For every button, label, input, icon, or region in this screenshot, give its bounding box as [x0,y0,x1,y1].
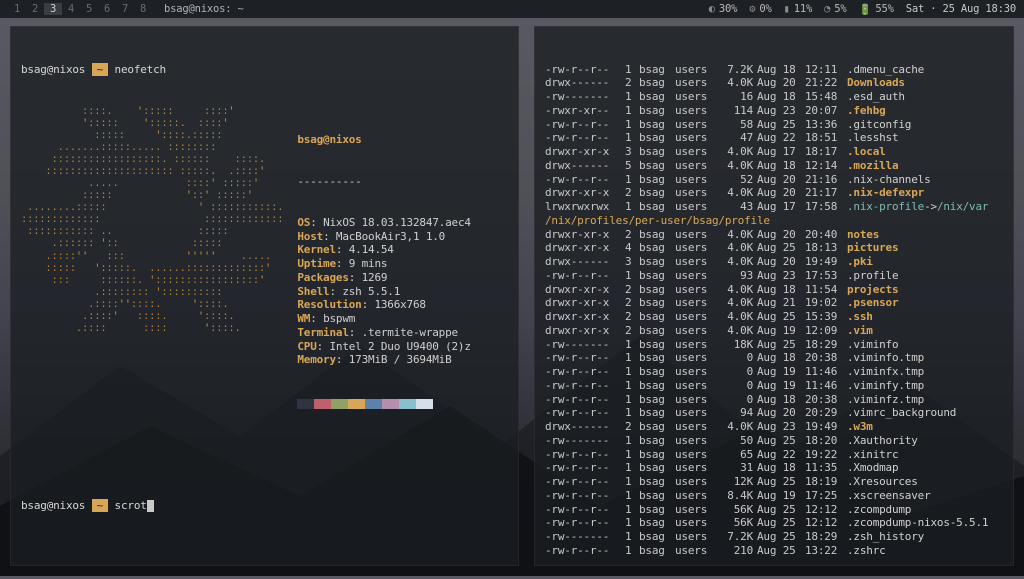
status-stat: ◔5% [824,3,846,15]
ls-row: drwxr-xr-x3bsagusers4.0KAug 1718:17.loca… [545,145,1003,159]
neofetch-row: Kernel: 4.14.54 [297,243,470,257]
ls-row: -rw-r--r--1bsagusers0Aug 1911:46.viminfx… [545,365,1003,379]
stat-icon: 🔋 [859,3,872,16]
terminal-left[interactable]: bsag@nixos ~ neofetch ::::. '::::: ::::'… [10,26,519,566]
ls-row: -rw-r--r--1bsagusers52Aug 2021:16.nix-ch… [545,173,1003,187]
prompt-line-1: bsag@nixos ~ neofetch [21,63,508,77]
ls-row: drwxr-xr-x2bsagusers4.0KAug 2021:17.nix-… [545,186,1003,200]
workspace-4[interactable]: 4 [62,3,80,15]
workspace-list: 12345678 [8,3,152,15]
neofetch-row: WM: bspwm [297,312,470,326]
ls-row: drwxr-xr-x2bsagusers4.0KAug 1912:09.vim [545,324,1003,338]
ls-row: -rw-r--r--1bsagusers0Aug 1820:38.viminfo… [545,351,1003,365]
ls-row: -rw-r--r--1bsagusers56KAug 2512:12.zcomp… [545,516,1003,530]
neofetch-row: Terminal: .termite-wrappe [297,326,470,340]
ls-row: drwx------5bsagusers4.0KAug 1812:14.mozi… [545,159,1003,173]
ls-row: drwx------3bsagusers4.0KAug 2019:49.pki [545,255,1003,269]
ls-row: -rw-r--r--1bsagusers7.2KAug 1812:11.dmen… [545,63,1003,77]
ls-row: -rw-r--r--1bsagusers210Aug 2513:22.zshrc [545,544,1003,558]
ls-row: -rw-r--r--1bsagusers0Aug 1820:38.viminfz… [545,393,1003,407]
ls-row: drwx------2bsagusers4.0KAug 2021:22Downl… [545,76,1003,90]
ls-row: lrwxrwxrwx1bsagusers43Aug 1717:58.nix-pr… [545,200,1003,214]
neofetch-row: Memory: 173MiB / 3694MiB [297,353,470,367]
clock: Sat · 25 Aug 18:30 [906,3,1016,15]
ls-row: -rw-r--r--1bsagusers65Aug 2219:22.xinitr… [545,448,1003,462]
ls-row: -rw-r--r--1bsagusers58Aug 2513:36.gitcon… [545,118,1003,132]
workspace-7[interactable]: 7 [116,3,134,15]
window-title: bsag@nixos: ~ [164,3,244,15]
ls-row: drwxr-xr-x2bsagusers4.0KAug 1811:54proje… [545,283,1003,297]
terminal-right[interactable]: -rw-r--r--1bsagusers7.2KAug 1812:11.dmen… [534,26,1014,566]
ls-row: -rw-r--r--1bsagusers8.4KAug 1917:25.xscr… [545,489,1003,503]
ls-output: -rw-r--r--1bsagusers7.2KAug 1812:11.dmen… [545,63,1003,558]
ls-row: -rw-r--r--1bsagusers0Aug 1911:46.viminfy… [545,379,1003,393]
workspace-6[interactable]: 6 [98,3,116,15]
status-stat: ▮11% [784,3,813,15]
ls-row: drwx------2bsagusers4.0KAug 2319:49.w3m [545,420,1003,434]
status-stat: 🔋55% [859,3,894,16]
neofetch-row: Host: MacBookAir3,1 1.0 [297,230,470,244]
top-bar: 12345678 bsag@nixos: ~ ◐30% ⚙0% ▮11% ◔5% 🔋55… [0,0,1024,18]
ls-row: -rw-------1bsagusers18KAug 2518:29.vimin… [545,338,1003,352]
ls-row: -rw-r--r--1bsagusers94Aug 2020:29.vimrc_… [545,406,1003,420]
ls-row: drwxr-xr-x2bsagusers4.0KAug 2020:40notes [545,228,1003,242]
workspace-1[interactable]: 1 [8,3,26,15]
workspace-2[interactable]: 2 [26,3,44,15]
ls-row: -rw-------1bsagusers7.2KAug 2518:29.zsh_… [545,530,1003,544]
neofetch-row: Packages: 1269 [297,271,470,285]
ls-row: drwxr-xr-x4bsagusers4.0KAug 2518:13pictu… [545,241,1003,255]
workspace-3[interactable]: 3 [44,3,62,15]
stat-icon: ◐ [709,3,715,15]
ls-row: -rw-------1bsagusers16Aug 1815:48.esd_au… [545,90,1003,104]
symlink-resolved: /nix/profiles/per-user/bsag/profile [545,214,1003,228]
color-swatch [399,399,416,409]
color-swatch [297,399,314,409]
ls-row: -rw-r--r--1bsagusers12KAug 2518:19.Xreso… [545,475,1003,489]
ls-row: -rwxr-xr--1bsagusers114Aug 2320:07.fehbg [545,104,1003,118]
status-area: ◐30% ⚙0% ▮11% ◔5% 🔋55% Sat · 25 Aug 18:30 [709,3,1016,16]
color-swatch [365,399,382,409]
neofetch-row: Resolution: 1366x768 [297,298,470,312]
neofetch-row: CPU: Intel 2 Duo U9400 (2)z [297,340,470,354]
stat-icon: ▮ [784,3,790,15]
ls-row: -rw-r--r--1bsagusers56KAug 2512:12.zcomp… [545,503,1003,517]
ls-row: -rw-r--r--1bsagusers93Aug 2317:53.profil… [545,269,1003,283]
workspace-8[interactable]: 8 [134,3,152,15]
neofetch-ascii-art: ::::. '::::: ::::' '::::: ':::::. ::::' … [21,106,283,436]
stat-icon: ⚙ [749,3,755,15]
ls-row: drwxr-xr-x2bsagusers4.0KAug 2119:02.psen… [545,296,1003,310]
ls-row: -rw-r--r--1bsagusers47Aug 2218:51.lesshs… [545,131,1003,145]
color-swatch [348,399,365,409]
neofetch-row: OS: NixOS 18.03.132847.aec4 [297,216,470,230]
neofetch-row: Shell: zsh 5.5.1 [297,285,470,299]
neofetch-row: Uptime: 9 mins [297,257,470,271]
status-stat: ◐30% [709,3,738,15]
ls-row: drwxr-xr-x2bsagusers4.0KAug 2515:39.ssh [545,310,1003,324]
status-stat: ⚙0% [749,3,771,15]
stat-icon: ◔ [824,3,830,15]
color-swatch [416,399,433,409]
cursor-icon [147,500,154,512]
color-swatches [297,399,470,409]
workspace-5[interactable]: 5 [80,3,98,15]
prompt-line-2: bsag@nixos ~ scrot [21,499,508,513]
ls-row: -rw-r--r--1bsagusers31Aug 1811:35.Xmodma… [545,461,1003,475]
color-swatch [314,399,331,409]
ls-row: -rw-------1bsagusers50Aug 2518:20.Xautho… [545,434,1003,448]
color-swatch [331,399,348,409]
neofetch-info: bsag@nixos ---------- OS: NixOS 18.03.13… [297,106,470,436]
color-swatch [382,399,399,409]
